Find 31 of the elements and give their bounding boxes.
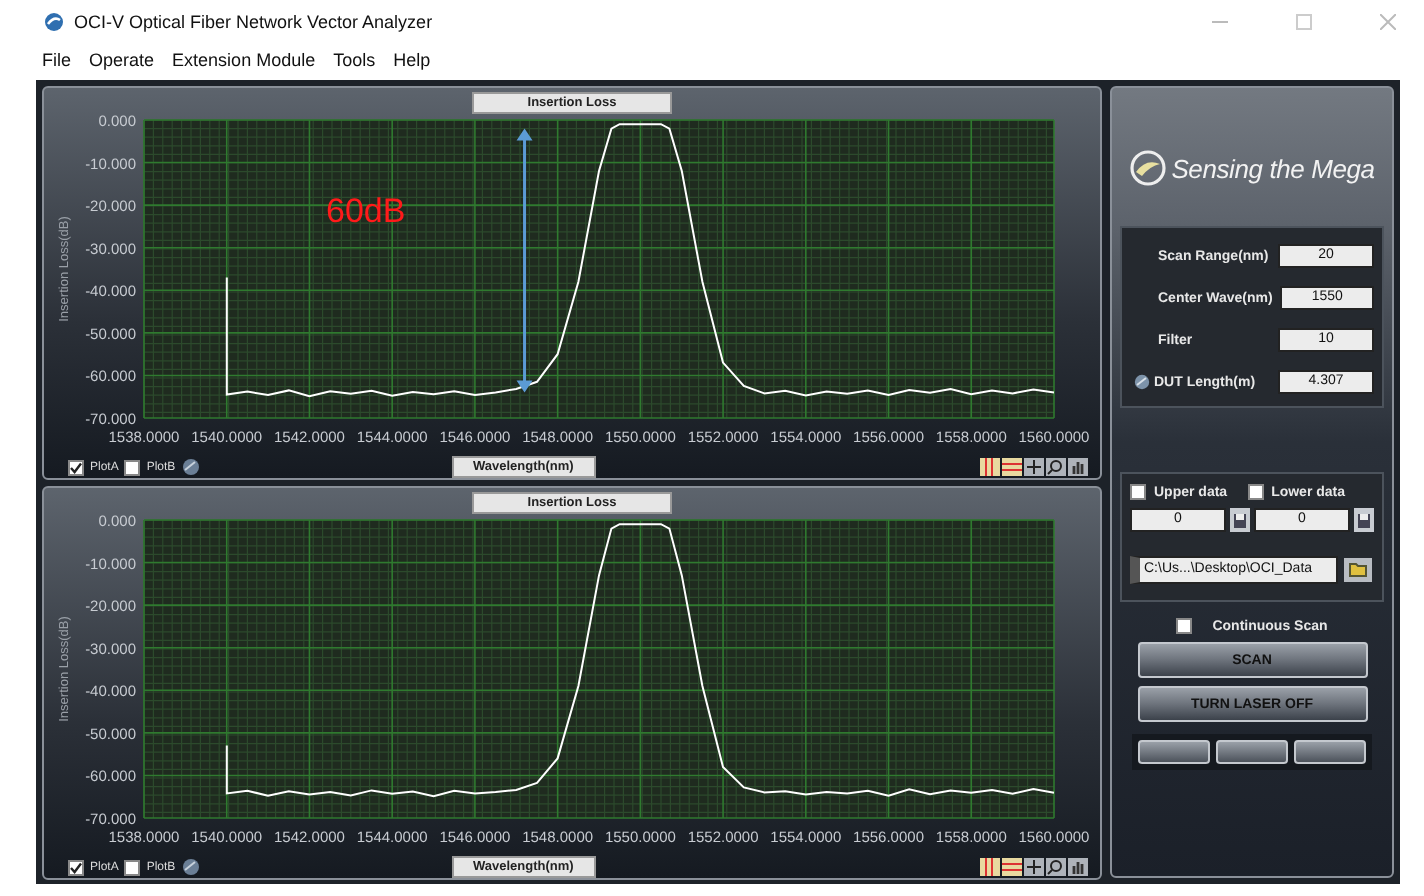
blank-button[interactable] — [1138, 740, 1210, 764]
window-title: OCI-V Optical Fiber Network Vector Analyzer — [74, 12, 435, 32]
blank-button[interactable] — [1216, 740, 1288, 764]
plot-style-icon[interactable] — [1002, 458, 1022, 476]
checkbox[interactable] — [1130, 484, 1146, 500]
folder-icon[interactable] — [1344, 558, 1372, 582]
zoom-icon[interactable] — [1046, 458, 1066, 476]
legend-icon[interactable] — [980, 458, 1000, 476]
checkbox[interactable] — [1176, 618, 1193, 634]
checkbox[interactable] — [1247, 484, 1264, 500]
menu-item[interactable]: Tools — [333, 50, 376, 70]
crosshair-icon[interactable] — [1024, 858, 1044, 876]
save-icon[interactable] — [1230, 508, 1250, 532]
app-icon — [44, 12, 64, 32]
plot-style-icon[interactable] — [1002, 858, 1022, 876]
menu-item[interactable]: Operate — [89, 50, 155, 70]
brand-name: Sensing the Mega — [1171, 153, 1375, 183]
checkbox[interactable] — [68, 459, 84, 475]
checkbox[interactable] — [124, 459, 141, 475]
menu-item[interactable]: File — [42, 50, 72, 70]
menu-item[interactable]: Extension Module — [172, 50, 316, 70]
crosshair-icon[interactable] — [1024, 458, 1044, 476]
save-icon[interactable] — [1354, 508, 1374, 532]
menu-item[interactable]: Help — [393, 50, 431, 70]
zoom-icon[interactable] — [1046, 858, 1066, 876]
blank-button[interactable] — [1294, 740, 1366, 764]
checkbox[interactable] — [124, 859, 141, 875]
checkbox[interactable] — [68, 859, 84, 875]
legend-icon[interactable] — [980, 858, 1000, 876]
logo-icon — [1129, 150, 1166, 186]
annotation-label: 60dB — [326, 192, 406, 231]
